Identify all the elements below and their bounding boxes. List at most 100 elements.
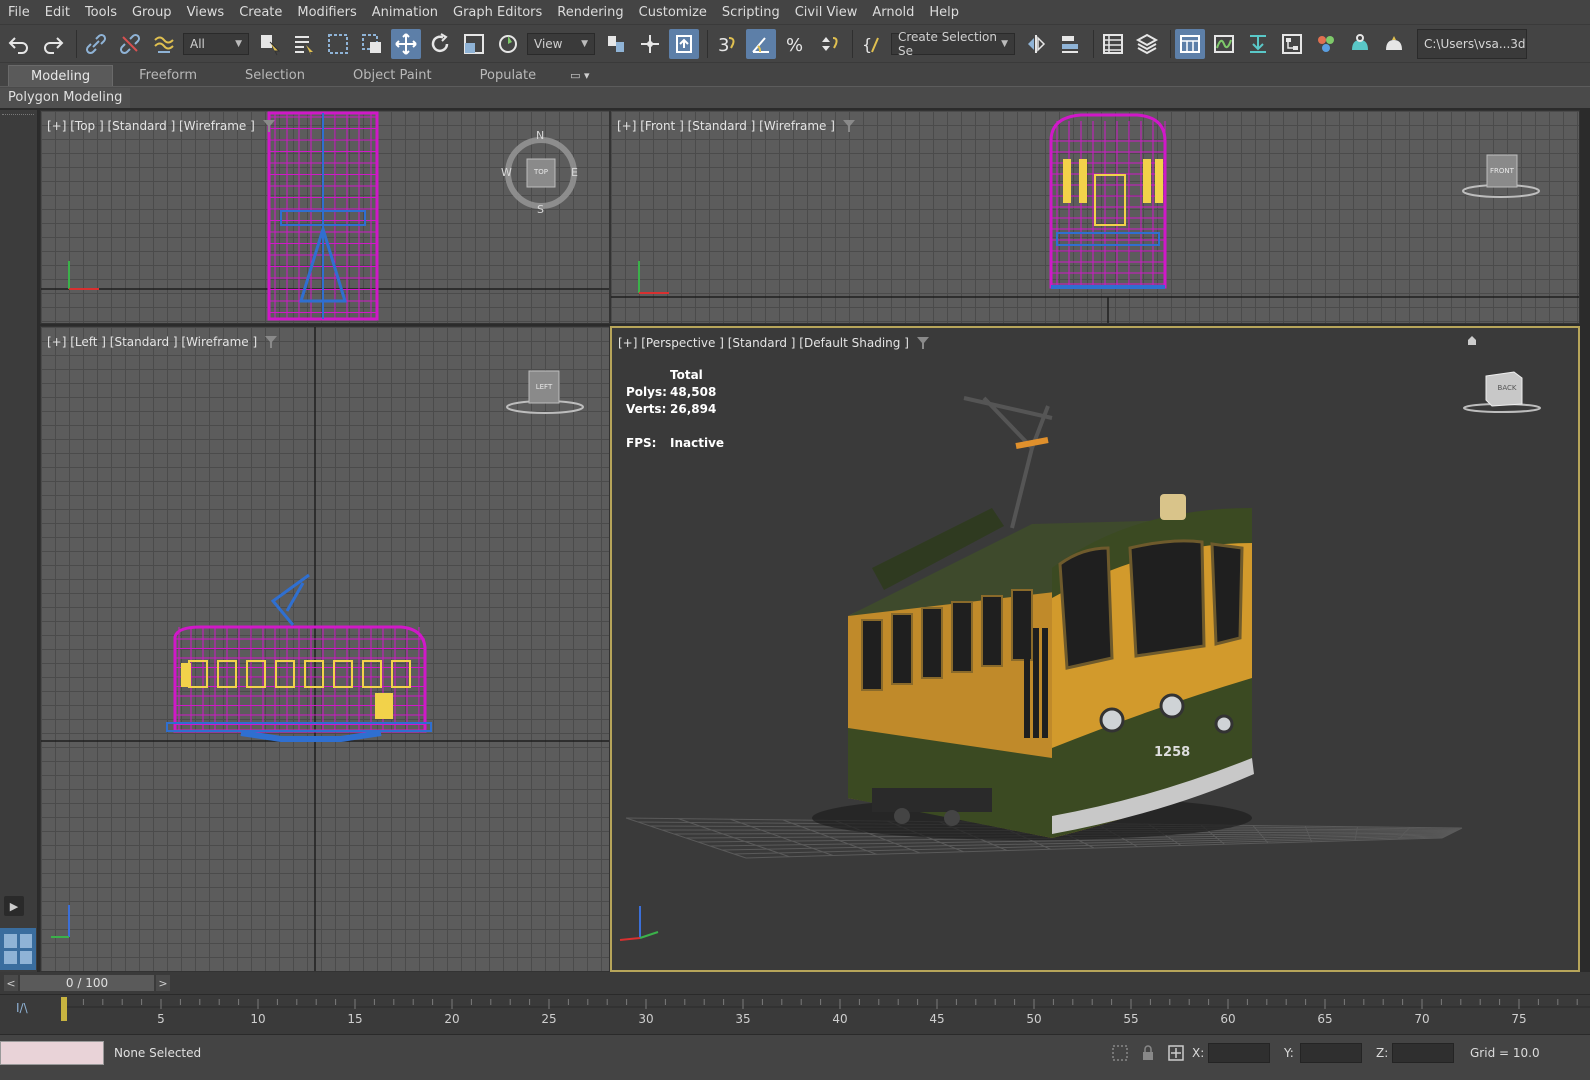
maxscript-listener[interactable]	[0, 1041, 104, 1065]
percent-snap-icon[interactable]: %	[780, 29, 810, 59]
bind-spacewarp-icon[interactable]	[149, 29, 179, 59]
compass-widget[interactable]: N S E W TOP	[501, 129, 581, 216]
mirror-icon[interactable]	[1021, 29, 1051, 59]
x-label: X:	[1192, 1046, 1205, 1060]
toolbar-separator	[76, 29, 77, 58]
filter-icon[interactable]	[265, 336, 278, 348]
next-frame-button[interactable]: >	[156, 975, 170, 991]
menu-scripting[interactable]: Scripting	[720, 5, 793, 20]
align-icon[interactable]	[1055, 29, 1085, 59]
keyboard-shortcut-icon[interactable]	[669, 28, 699, 59]
timeline-tick-label: 40	[832, 1012, 847, 1026]
unlink-icon[interactable]	[115, 29, 145, 59]
filter-icon[interactable]	[916, 337, 929, 349]
select-by-name-icon[interactable]	[289, 29, 319, 59]
scale-icon[interactable]	[459, 29, 489, 59]
ribbon-toggle-icon[interactable]	[1175, 28, 1205, 59]
rotate-icon[interactable]	[425, 29, 455, 59]
prev-frame-button[interactable]: <	[4, 975, 18, 991]
absolute-mode-icon[interactable]	[1166, 1043, 1186, 1063]
compass-n: N	[536, 129, 545, 142]
layer-explorer-icon[interactable]	[1132, 29, 1162, 59]
menu-customize[interactable]: Customize	[637, 5, 720, 20]
track-bar[interactable]: I∕\ 5 10 15 20 25 30 35 40 45 50 55 60 65 70 75	[0, 994, 1590, 1034]
home-icon[interactable]	[1466, 334, 1478, 346]
spinner-snap-icon[interactable]	[814, 29, 844, 59]
z-coord-field[interactable]	[1392, 1043, 1454, 1063]
selection-filter-dropdown[interactable]: All ▼	[183, 32, 249, 55]
time-slider-thumb[interactable]: 0 / 100	[20, 975, 154, 991]
viewport-layout-icon[interactable]	[0, 928, 36, 970]
menu-help[interactable]: Help	[927, 5, 972, 20]
window-crossing-icon[interactable]	[357, 29, 387, 59]
dope-sheet-icon[interactable]	[1243, 29, 1273, 59]
viewport-label[interactable]: [+] [Perspective ] [Standard ] [Default …	[618, 336, 929, 350]
polys-label: Polys:	[626, 385, 667, 399]
move-icon[interactable]	[391, 28, 421, 59]
snap-3d-icon[interactable]: 3	[712, 29, 742, 59]
menu-edit[interactable]: Edit	[43, 5, 83, 20]
render-icon[interactable]	[1379, 29, 1409, 59]
tab-modeling[interactable]: Modeling	[8, 65, 114, 86]
ref-coord-dropdown[interactable]: View ▼	[527, 32, 595, 55]
material-editor-icon[interactable]	[1311, 29, 1341, 59]
menu-tools[interactable]: Tools	[83, 5, 130, 20]
scene-explorer-icon[interactable]	[1098, 29, 1128, 59]
viewport-label[interactable]: [+] [Left ] [Standard ] [Wireframe ]	[47, 335, 278, 349]
tab-selection[interactable]: Selection	[223, 65, 327, 86]
menu-views[interactable]: Views	[185, 5, 238, 20]
undo-icon[interactable]	[4, 29, 34, 59]
project-path-field[interactable]: C:\Users\vsa...3ds	[1417, 28, 1527, 59]
isolate-icon[interactable]	[1110, 1043, 1130, 1063]
viewcube[interactable]: FRONT	[1459, 145, 1543, 205]
viewport-front[interactable]: [+] [Front ] [Standard ] [Wireframe ] FR…	[610, 110, 1580, 324]
menu-group[interactable]: Group	[130, 5, 185, 20]
schematic-icon[interactable]	[1277, 29, 1307, 59]
menu-civil-view[interactable]: Civil View	[793, 5, 871, 20]
pivot-icon[interactable]	[601, 29, 631, 59]
viewport-top[interactable]: [+] [Top ] [Standard ] [Wireframe ] N S …	[40, 110, 610, 324]
render-setup-icon[interactable]	[1345, 29, 1375, 59]
menu-file[interactable]: File	[6, 5, 43, 20]
polys-value: 48,508	[670, 385, 717, 399]
select-manipulate-icon[interactable]	[635, 29, 665, 59]
filter-icon[interactable]	[842, 120, 855, 132]
placement-icon[interactable]	[493, 29, 523, 59]
rect-selection-icon[interactable]	[323, 29, 353, 59]
menu-modifiers[interactable]: Modifiers	[295, 5, 369, 20]
menu-rendering[interactable]: Rendering	[555, 5, 636, 20]
edit-named-selection-icon[interactable]: {	[857, 29, 887, 59]
angle-snap-icon[interactable]	[746, 28, 776, 59]
redo-icon[interactable]	[38, 29, 68, 59]
menu-graph-editors[interactable]: Graph Editors	[451, 5, 555, 20]
tab-object-paint[interactable]: Object Paint	[331, 65, 454, 86]
select-object-icon[interactable]	[255, 29, 285, 59]
current-frame-marker[interactable]	[61, 997, 67, 1021]
menu-create[interactable]: Create	[237, 5, 295, 20]
y-coord-field[interactable]	[1300, 1043, 1362, 1063]
compass-s: S	[537, 203, 544, 216]
named-selection-dropdown[interactable]: Create Selection Se ▼	[891, 30, 1015, 58]
viewcube[interactable]: LEFT	[503, 363, 587, 423]
menu-animation[interactable]: Animation	[370, 5, 451, 20]
timeline-tick-label: 10	[250, 1012, 265, 1026]
menu-arnold[interactable]: Arnold	[870, 5, 927, 20]
timeline-tick-label: 50	[1026, 1012, 1041, 1026]
link-icon[interactable]	[81, 29, 111, 59]
lock-icon[interactable]	[1138, 1043, 1158, 1063]
play-arrow-icon[interactable]: ▶	[4, 896, 24, 916]
viewport-label[interactable]: [+] [Top ] [Standard ] [Wireframe ]	[47, 119, 275, 133]
viewport-left[interactable]: [+] [Left ] [Standard ] [Wireframe ] LEF…	[40, 326, 610, 972]
viewcube[interactable]: BACK	[1462, 364, 1546, 424]
tab-freeform[interactable]: Freeform	[117, 65, 219, 86]
tab-populate[interactable]: Populate	[458, 65, 559, 86]
viewport-label[interactable]: [+] [Front ] [Standard ] [Wireframe ]	[617, 119, 855, 133]
curve-editor-icon[interactable]	[1209, 29, 1239, 59]
viewcube-face[interactable]: TOP	[530, 168, 552, 176]
grip-handle[interactable]	[2, 114, 34, 117]
viewport-perspective[interactable]: 1258 [+] [Perspective ] [Standard ] [Def…	[610, 326, 1580, 972]
filter-icon[interactable]	[262, 120, 275, 132]
polygon-modeling-label[interactable]: Polygon Modeling	[0, 87, 131, 108]
ribbon-options-icon[interactable]: ▭ ▾	[562, 65, 597, 86]
x-coord-field[interactable]	[1208, 1043, 1270, 1063]
